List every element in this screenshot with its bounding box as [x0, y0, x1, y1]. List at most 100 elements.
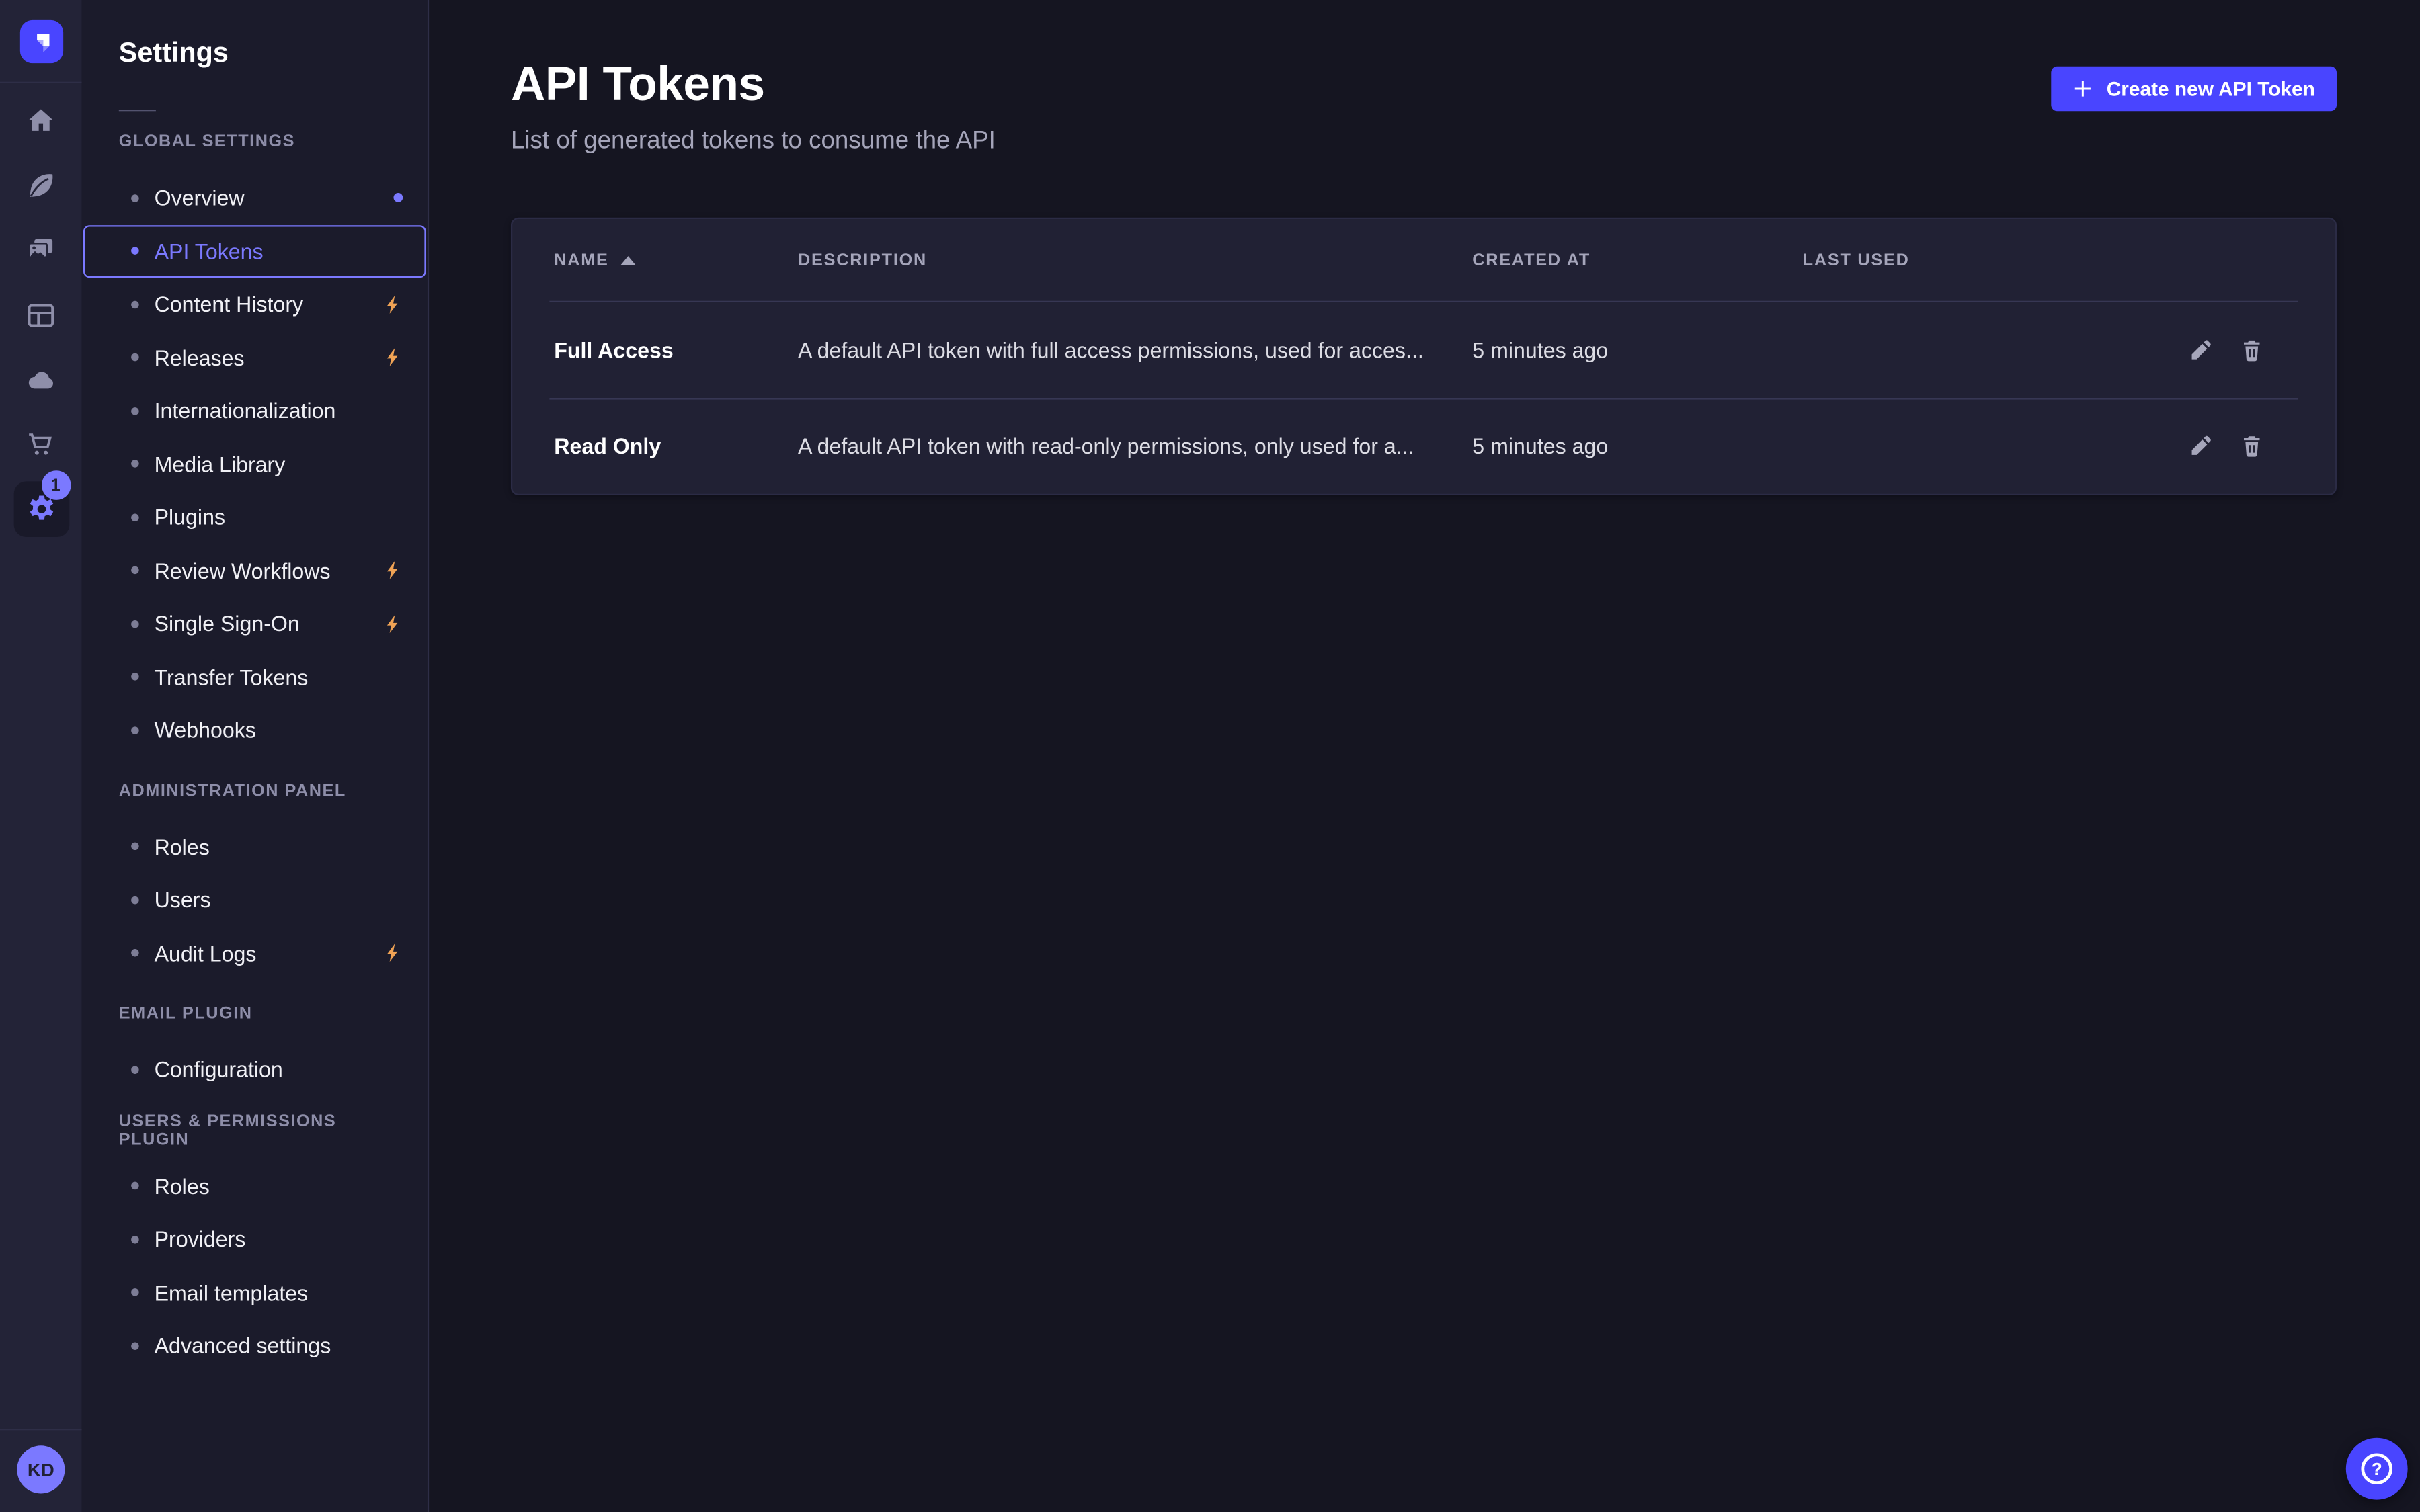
- sidebar-item-review-workflows[interactable]: Review Workflows: [83, 544, 426, 597]
- table-row-read-only[interactable]: Read Only A default API token with read-…: [512, 398, 2335, 493]
- bullet-icon: [131, 300, 138, 308]
- sidebar-title: Settings: [119, 34, 428, 71]
- edit-token-button[interactable]: [2189, 434, 2214, 459]
- main-nav-rail: 1 KD: [0, 0, 82, 1512]
- sidebar-item-releases[interactable]: Releases: [83, 331, 426, 384]
- table-header-row: NAME DESCRIPTION CREATED AT LAST USED: [512, 219, 2335, 301]
- bullet-icon: [131, 843, 138, 850]
- trash-icon: [2239, 434, 2264, 459]
- sidebar-item-label: API Tokens: [155, 239, 264, 263]
- bullet-icon: [131, 194, 138, 202]
- rail-nav: 1: [0, 88, 82, 542]
- column-header-last-used: LAST USED: [1803, 251, 2187, 269]
- title-divider: [119, 110, 156, 111]
- sidebar-item-label: Overview: [155, 185, 245, 210]
- page-subtitle: List of generated tokens to consume the …: [511, 126, 996, 156]
- sidebar-item-label: Audit Logs: [155, 941, 257, 966]
- bullet-icon: [131, 513, 138, 521]
- lightning-icon: [382, 560, 403, 581]
- sort-ascending-icon: [621, 255, 637, 265]
- sidebar-item-api-tokens[interactable]: API Tokens: [83, 224, 426, 278]
- edit-token-button[interactable]: [2189, 337, 2214, 362]
- plus-icon: [2072, 79, 2093, 99]
- sidebar-item-label: Transfer Tokens: [155, 665, 309, 689]
- bullet-icon: [131, 950, 138, 957]
- notification-count-badge: 1: [41, 470, 71, 500]
- column-header-name[interactable]: NAME: [554, 251, 798, 269]
- sidebar-item-label: Plugins: [155, 505, 225, 530]
- sidebar-item-label: Releases: [155, 345, 245, 370]
- lightning-icon: [382, 943, 403, 963]
- sidebar-item-users[interactable]: Users: [83, 873, 426, 926]
- delete-token-button[interactable]: [2239, 434, 2264, 459]
- bullet-icon: [131, 247, 138, 255]
- section-label: USERS & PERMISSIONS PLUGIN: [82, 1104, 428, 1157]
- token-created-at: 5 minutes ago: [1472, 337, 1802, 362]
- sidebar-section-global-settings: GLOBAL SETTINGS Overview API Tokens Cont…: [82, 116, 428, 757]
- content-manager-icon[interactable]: [0, 153, 82, 217]
- section-label: EMAIL PLUGIN: [82, 987, 428, 1040]
- sidebar-item-label: Email templates: [155, 1280, 309, 1305]
- strapi-logo-icon: [22, 23, 59, 60]
- sidebar-item-advanced-settings[interactable]: Advanced settings: [83, 1319, 426, 1372]
- home-icon[interactable]: [0, 88, 82, 153]
- strapi-logo[interactable]: [19, 20, 63, 63]
- row-actions: [2187, 434, 2264, 459]
- sidebar-item-label: Internationalization: [155, 398, 336, 423]
- sidebar-item-providers[interactable]: Providers: [83, 1213, 426, 1266]
- media-library-icon[interactable]: [0, 218, 82, 282]
- sidebar-item-internationalization[interactable]: Internationalization: [83, 384, 426, 437]
- sidebar-item-plugins[interactable]: Plugins: [83, 491, 426, 544]
- page-header: API Tokens List of generated tokens to c…: [511, 0, 2337, 156]
- sidebar-item-single-sign-on[interactable]: Single Sign-On: [83, 597, 426, 650]
- bullet-icon: [131, 726, 138, 734]
- page-title: API Tokens: [511, 58, 996, 110]
- sidebar-item-content-history[interactable]: Content History: [83, 278, 426, 331]
- settings-gear-icon[interactable]: 1: [0, 476, 82, 541]
- sidebar-item-roles-up[interactable]: Roles: [83, 1159, 426, 1212]
- sidebar-item-transfer-tokens[interactable]: Transfer Tokens: [83, 650, 426, 704]
- delete-token-button[interactable]: [2239, 337, 2264, 362]
- help-button[interactable]: ?: [2346, 1438, 2408, 1500]
- trash-icon: [2239, 337, 2264, 362]
- rail-divider: [0, 1429, 82, 1430]
- sidebar-item-label: Roles: [155, 1174, 210, 1199]
- sidebar-item-configuration[interactable]: Configuration: [83, 1043, 426, 1096]
- question-mark-icon: ?: [2357, 1449, 2397, 1489]
- bullet-icon: [131, 460, 138, 468]
- content-type-builder-icon[interactable]: [0, 282, 82, 347]
- sidebar-item-label: Review Workflows: [155, 558, 331, 583]
- bullet-icon: [131, 673, 138, 681]
- table-row-full-access[interactable]: Full Access A default API token with ful…: [512, 302, 2335, 397]
- lightning-icon: [382, 294, 403, 314]
- column-header-description: DESCRIPTION: [798, 251, 1472, 269]
- sidebar-item-label: Media Library: [155, 452, 286, 476]
- create-api-token-button[interactable]: Create new API Token: [2051, 67, 2337, 112]
- sidebar-item-webhooks[interactable]: Webhooks: [83, 704, 426, 757]
- sidebar-item-label: Advanced settings: [155, 1333, 331, 1358]
- sidebar-item-label: Single Sign-On: [155, 612, 300, 636]
- sidebar-item-email-templates[interactable]: Email templates: [83, 1266, 426, 1319]
- notification-dot-icon: [393, 194, 403, 203]
- avatar[interactable]: KD: [17, 1445, 65, 1493]
- sidebar-section-administration-panel: ADMINISTRATION PANEL Roles Users Audit L…: [82, 765, 428, 980]
- sidebar-item-media-library[interactable]: Media Library: [83, 437, 426, 491]
- bullet-icon: [131, 896, 138, 903]
- bullet-icon: [131, 1066, 138, 1073]
- deploy-cloud-icon[interactable]: [0, 347, 82, 412]
- bullet-icon: [131, 1342, 138, 1349]
- rail-bottom: KD: [0, 1429, 82, 1512]
- sidebar-item-overview[interactable]: Overview: [83, 171, 426, 224]
- sidebar-item-roles-admin[interactable]: Roles: [83, 820, 426, 873]
- pencil-icon: [2189, 337, 2214, 362]
- sidebar-item-audit-logs[interactable]: Audit Logs: [83, 927, 426, 980]
- marketplace-cart-icon[interactable]: [0, 412, 82, 476]
- bullet-icon: [131, 407, 138, 415]
- api-tokens-table: NAME DESCRIPTION CREATED AT LAST USED Fu…: [511, 218, 2337, 495]
- app: 1 KD Settings GLOBAL SETTINGS Overview: [0, 0, 2420, 1512]
- rail-divider: [0, 82, 82, 83]
- sidebar-item-label: Users: [155, 888, 211, 913]
- sidebar-item-label: Providers: [155, 1227, 246, 1252]
- bullet-icon: [131, 1289, 138, 1296]
- token-description: A default API token with read-only permi…: [798, 434, 1472, 459]
